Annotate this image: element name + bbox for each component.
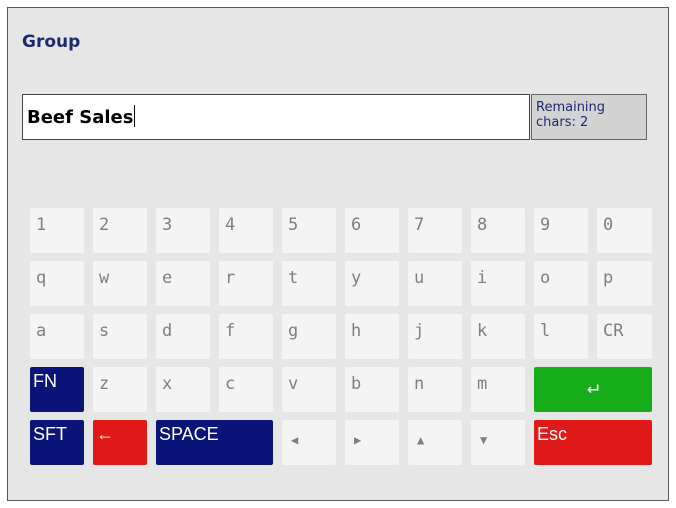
- arrow-left-button[interactable]: ◀: [282, 420, 336, 465]
- key-f[interactable]: f: [219, 314, 273, 359]
- key-u[interactable]: u: [408, 261, 462, 306]
- key-2[interactable]: 2: [93, 208, 147, 253]
- key-w[interactable]: w: [93, 261, 147, 306]
- input-value: Beef Sales: [27, 107, 134, 128]
- key-a[interactable]: a: [30, 314, 84, 359]
- group-name-input[interactable]: Beef Sales: [22, 94, 530, 140]
- key-z[interactable]: z: [93, 367, 147, 412]
- key-1[interactable]: 1: [30, 208, 84, 253]
- key-x[interactable]: x: [156, 367, 210, 412]
- text-caret: [134, 105, 136, 127]
- key-d[interactable]: d: [156, 314, 210, 359]
- arrow-up-button[interactable]: ▲: [408, 420, 462, 465]
- key-6[interactable]: 6: [345, 208, 399, 253]
- key-e[interactable]: e: [156, 261, 210, 306]
- key-k[interactable]: k: [471, 314, 525, 359]
- key-s[interactable]: s: [93, 314, 147, 359]
- space-button[interactable]: SPACE: [156, 420, 273, 465]
- remaining-count: chars: 2: [536, 115, 589, 130]
- key-shift[interactable]: SFT: [30, 420, 84, 465]
- key-7[interactable]: 7: [408, 208, 462, 253]
- arrow-right-button[interactable]: ▶: [345, 420, 399, 465]
- enter-button[interactable]: ↵: [534, 367, 652, 412]
- key-3[interactable]: 3: [156, 208, 210, 253]
- key-9[interactable]: 9: [534, 208, 588, 253]
- key-cr[interactable]: CR: [597, 314, 652, 359]
- escape-button[interactable]: Esc: [534, 420, 652, 465]
- key-fn[interactable]: FN: [30, 367, 84, 412]
- key-o[interactable]: o: [534, 261, 588, 306]
- key-b[interactable]: b: [345, 367, 399, 412]
- enter-icon: ↵: [586, 374, 600, 398]
- key-q[interactable]: q: [30, 261, 84, 306]
- key-t[interactable]: t: [282, 261, 336, 306]
- backspace-button[interactable]: ←: [93, 420, 147, 465]
- key-j[interactable]: j: [408, 314, 462, 359]
- arrow-down-button[interactable]: ▼: [471, 420, 525, 465]
- key-p[interactable]: p: [597, 261, 652, 306]
- key-g[interactable]: g: [282, 314, 336, 359]
- key-m[interactable]: m: [471, 367, 525, 412]
- key-c[interactable]: c: [219, 367, 273, 412]
- key-v[interactable]: v: [282, 367, 336, 412]
- key-4[interactable]: 4: [219, 208, 273, 253]
- key-y[interactable]: y: [345, 261, 399, 306]
- remaining-label: Remaining: [536, 100, 606, 115]
- key-l[interactable]: l: [534, 314, 588, 359]
- remaining-chars-box: Remaining chars: 2: [531, 94, 647, 140]
- key-n[interactable]: n: [408, 367, 462, 412]
- key-r[interactable]: r: [219, 261, 273, 306]
- key-8[interactable]: 8: [471, 208, 525, 253]
- key-5[interactable]: 5: [282, 208, 336, 253]
- key-h[interactable]: h: [345, 314, 399, 359]
- dialog-title: Group: [22, 32, 81, 52]
- key-i[interactable]: i: [471, 261, 525, 306]
- key-0[interactable]: 0: [597, 208, 652, 253]
